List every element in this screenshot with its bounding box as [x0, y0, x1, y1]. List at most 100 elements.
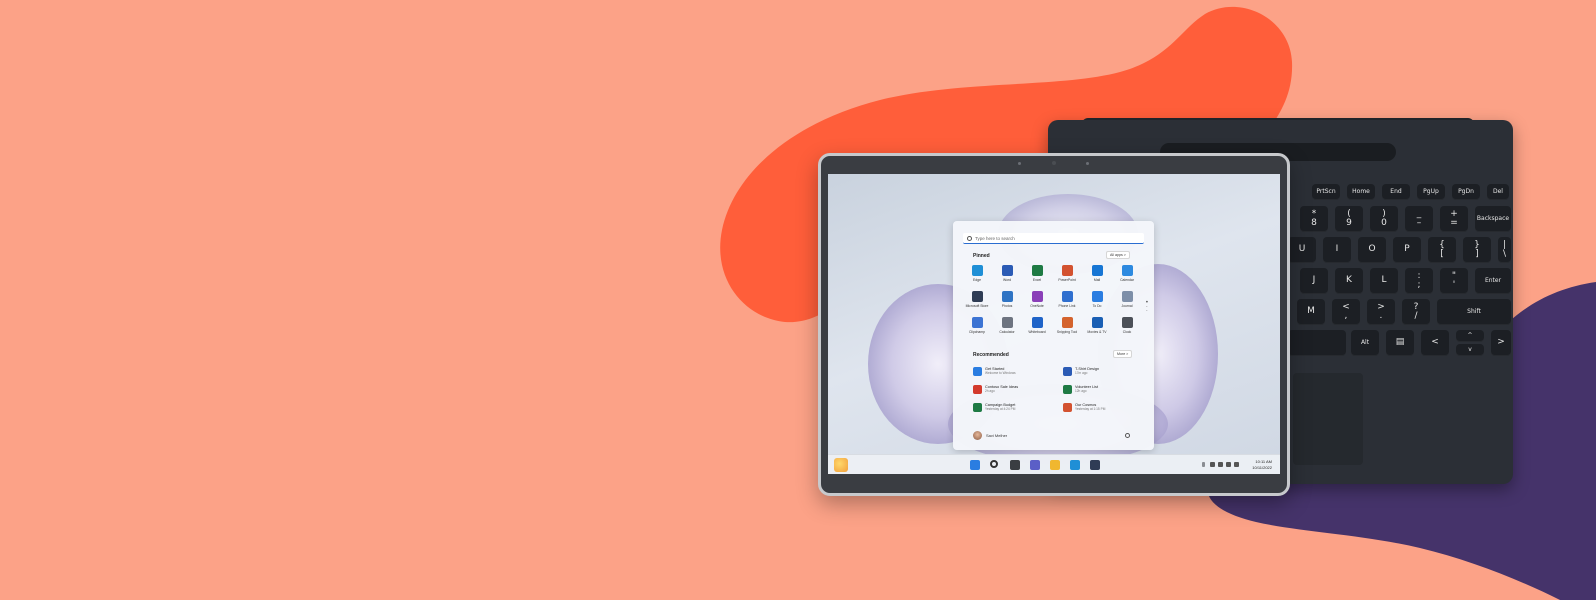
key-j[interactable]: J [1300, 268, 1328, 294]
pinned-app-label: Microsoft Store [965, 304, 989, 308]
pinned-app-label: Phone Link [1058, 304, 1076, 308]
pinned-app-movies-tv[interactable]: Movies & TV [1083, 317, 1111, 334]
search-icon [967, 235, 972, 241]
word-icon [1001, 265, 1013, 276]
pinned-app-onenote[interactable]: OneNote [1023, 291, 1051, 308]
pinned-app-excel[interactable]: Excel [1023, 265, 1051, 282]
pinned-app-photos[interactable]: Photos [993, 291, 1021, 308]
pinned-app-phone-link[interactable]: Phone Link [1053, 291, 1081, 308]
taskbar: 10:11 AM 10/11/2022 [828, 454, 1280, 474]
more-button[interactable]: More > [1113, 350, 1133, 358]
pinned-app-word[interactable]: Word [993, 265, 1021, 282]
key-enter[interactable]: Enter [1475, 268, 1511, 294]
all-apps-button[interactable]: All apps > [1106, 251, 1130, 259]
key-plus[interactable]: + = [1440, 206, 1468, 232]
pinned-app-label: Excel [1032, 278, 1042, 282]
key-comma[interactable]: < , [1332, 299, 1360, 325]
pinned-app-calculator[interactable]: Calculator [993, 317, 1021, 334]
pinned-app-clipchamp[interactable]: Clipchamp [963, 317, 991, 334]
key-shift[interactable]: Shift [1437, 299, 1511, 325]
key-k[interactable]: K [1335, 268, 1363, 294]
key-menu[interactable]: ▤ [1386, 330, 1414, 356]
photos-icon [1001, 291, 1013, 302]
key-pgdn[interactable]: PgDn [1452, 184, 1480, 200]
start-icon[interactable] [970, 460, 980, 470]
journal-icon [1121, 291, 1133, 302]
page-dots-icon[interactable]: • · · [1146, 300, 1148, 314]
wifi-icon[interactable] [1218, 462, 1223, 467]
pinned-app-label: Whiteboard [1028, 330, 1046, 334]
key-l[interactable]: L [1370, 268, 1398, 294]
power-icon[interactable] [1125, 433, 1130, 438]
key-slash[interactable]: ? / [1402, 299, 1430, 325]
pinned-app-calendar[interactable]: Calendar [1113, 265, 1141, 282]
store-icon[interactable] [1090, 460, 1100, 470]
snipping-tool-icon [1061, 317, 1073, 328]
recommended-item[interactable]: Contoso Sale Ideas 2h ago [973, 385, 1018, 394]
key-p[interactable]: P [1393, 237, 1421, 263]
recommended-item[interactable]: Volunteer List 12h ago [1063, 385, 1098, 394]
clock-icon [1121, 317, 1133, 328]
user-profile[interactable]: Savi Melher [973, 431, 1007, 440]
key-lbr[interactable]: { [ [1428, 237, 1456, 263]
clock[interactable]: 10:11 AM 10/11/2022 [1252, 459, 1272, 471]
key-semi[interactable]: : ; [1405, 268, 1433, 294]
key-alt[interactable]: Alt [1351, 330, 1379, 356]
key-bs[interactable]: | \ [1498, 237, 1511, 263]
start-menu: Type here to search Pinned All apps > Ed… [953, 221, 1154, 450]
pinned-app-snipping-tool[interactable]: Snipping Tool [1053, 317, 1081, 334]
key-backspace[interactable]: Backspace [1475, 206, 1511, 232]
file-icon [973, 367, 982, 376]
pinned-app-mail[interactable]: Mail [1083, 265, 1111, 282]
key-down[interactable]: v [1456, 344, 1484, 356]
recommended-item[interactable]: Get Started Welcome to Windows [973, 367, 1016, 376]
pinned-app-whiteboard[interactable]: Whiteboard [1023, 317, 1051, 334]
key-end[interactable]: End [1382, 184, 1410, 200]
key-o[interactable]: O [1358, 237, 1386, 263]
chevron-up-icon[interactable] [1202, 462, 1205, 467]
key-8[interactable]: * 8 [1300, 206, 1328, 232]
recommended-item[interactable]: Campaign Budget Yesterday at 4:24 PM [973, 403, 1015, 412]
recommended-item[interactable]: T-Shirt Design 17m ago [1063, 367, 1099, 376]
key-left[interactable]: < [1421, 330, 1449, 356]
key-period[interactable]: > . [1367, 299, 1395, 325]
key-del[interactable]: Del [1487, 184, 1509, 200]
pinned-app-journal[interactable]: Journal [1113, 291, 1141, 308]
camera-icon [1052, 161, 1056, 165]
sensor-dot [1018, 162, 1021, 165]
battery-icon[interactable] [1234, 462, 1239, 467]
pinned-app-powerpoint[interactable]: PowerPoint [1053, 265, 1081, 282]
recommended-item[interactable]: Our Cosmos Yesterday at 1:15 PM [1063, 403, 1105, 412]
calculator-icon [1001, 317, 1013, 328]
start-search-input[interactable]: Type here to search [963, 233, 1144, 244]
key-home[interactable]: Home [1347, 184, 1375, 200]
edge-icon[interactable] [1070, 460, 1080, 470]
touchpad[interactable] [1293, 373, 1363, 465]
pinned-app-label: Mail [1093, 278, 1101, 282]
key-9[interactable]: ( 9 [1335, 206, 1363, 232]
key-space[interactable] [1288, 330, 1346, 356]
volume-icon[interactable] [1226, 462, 1231, 467]
search-icon[interactable] [990, 460, 998, 468]
key-pgup[interactable]: PgUp [1417, 184, 1445, 200]
key-0[interactable]: ) 0 [1370, 206, 1398, 232]
pinned-app-to-do[interactable]: To Do [1083, 291, 1111, 308]
file-explorer-icon[interactable] [1050, 460, 1060, 470]
key-right[interactable]: > [1491, 330, 1511, 356]
cloud-icon[interactable] [1210, 462, 1215, 467]
key-quote[interactable]: " ' [1440, 268, 1468, 294]
key-rbr[interactable]: } ] [1463, 237, 1491, 263]
key-u[interactable]: U [1288, 237, 1316, 263]
chat-icon[interactable] [1030, 460, 1040, 470]
pinned-app-label: OneNote [1030, 304, 1044, 308]
key-m[interactable]: M [1297, 299, 1325, 325]
key-i[interactable]: I [1323, 237, 1351, 263]
task-view-icon[interactable] [1010, 460, 1020, 470]
key-prtsc[interactable]: PrtScn [1312, 184, 1340, 200]
key-minus[interactable]: _ – [1405, 206, 1433, 232]
pinned-app-edge[interactable]: Edge [963, 265, 991, 282]
key-up[interactable]: ^ [1456, 330, 1484, 342]
pinned-app-clock[interactable]: Clock [1113, 317, 1141, 334]
weather-widget-icon[interactable] [834, 458, 848, 472]
pinned-app-microsoft-store[interactable]: Microsoft Store [963, 291, 991, 308]
